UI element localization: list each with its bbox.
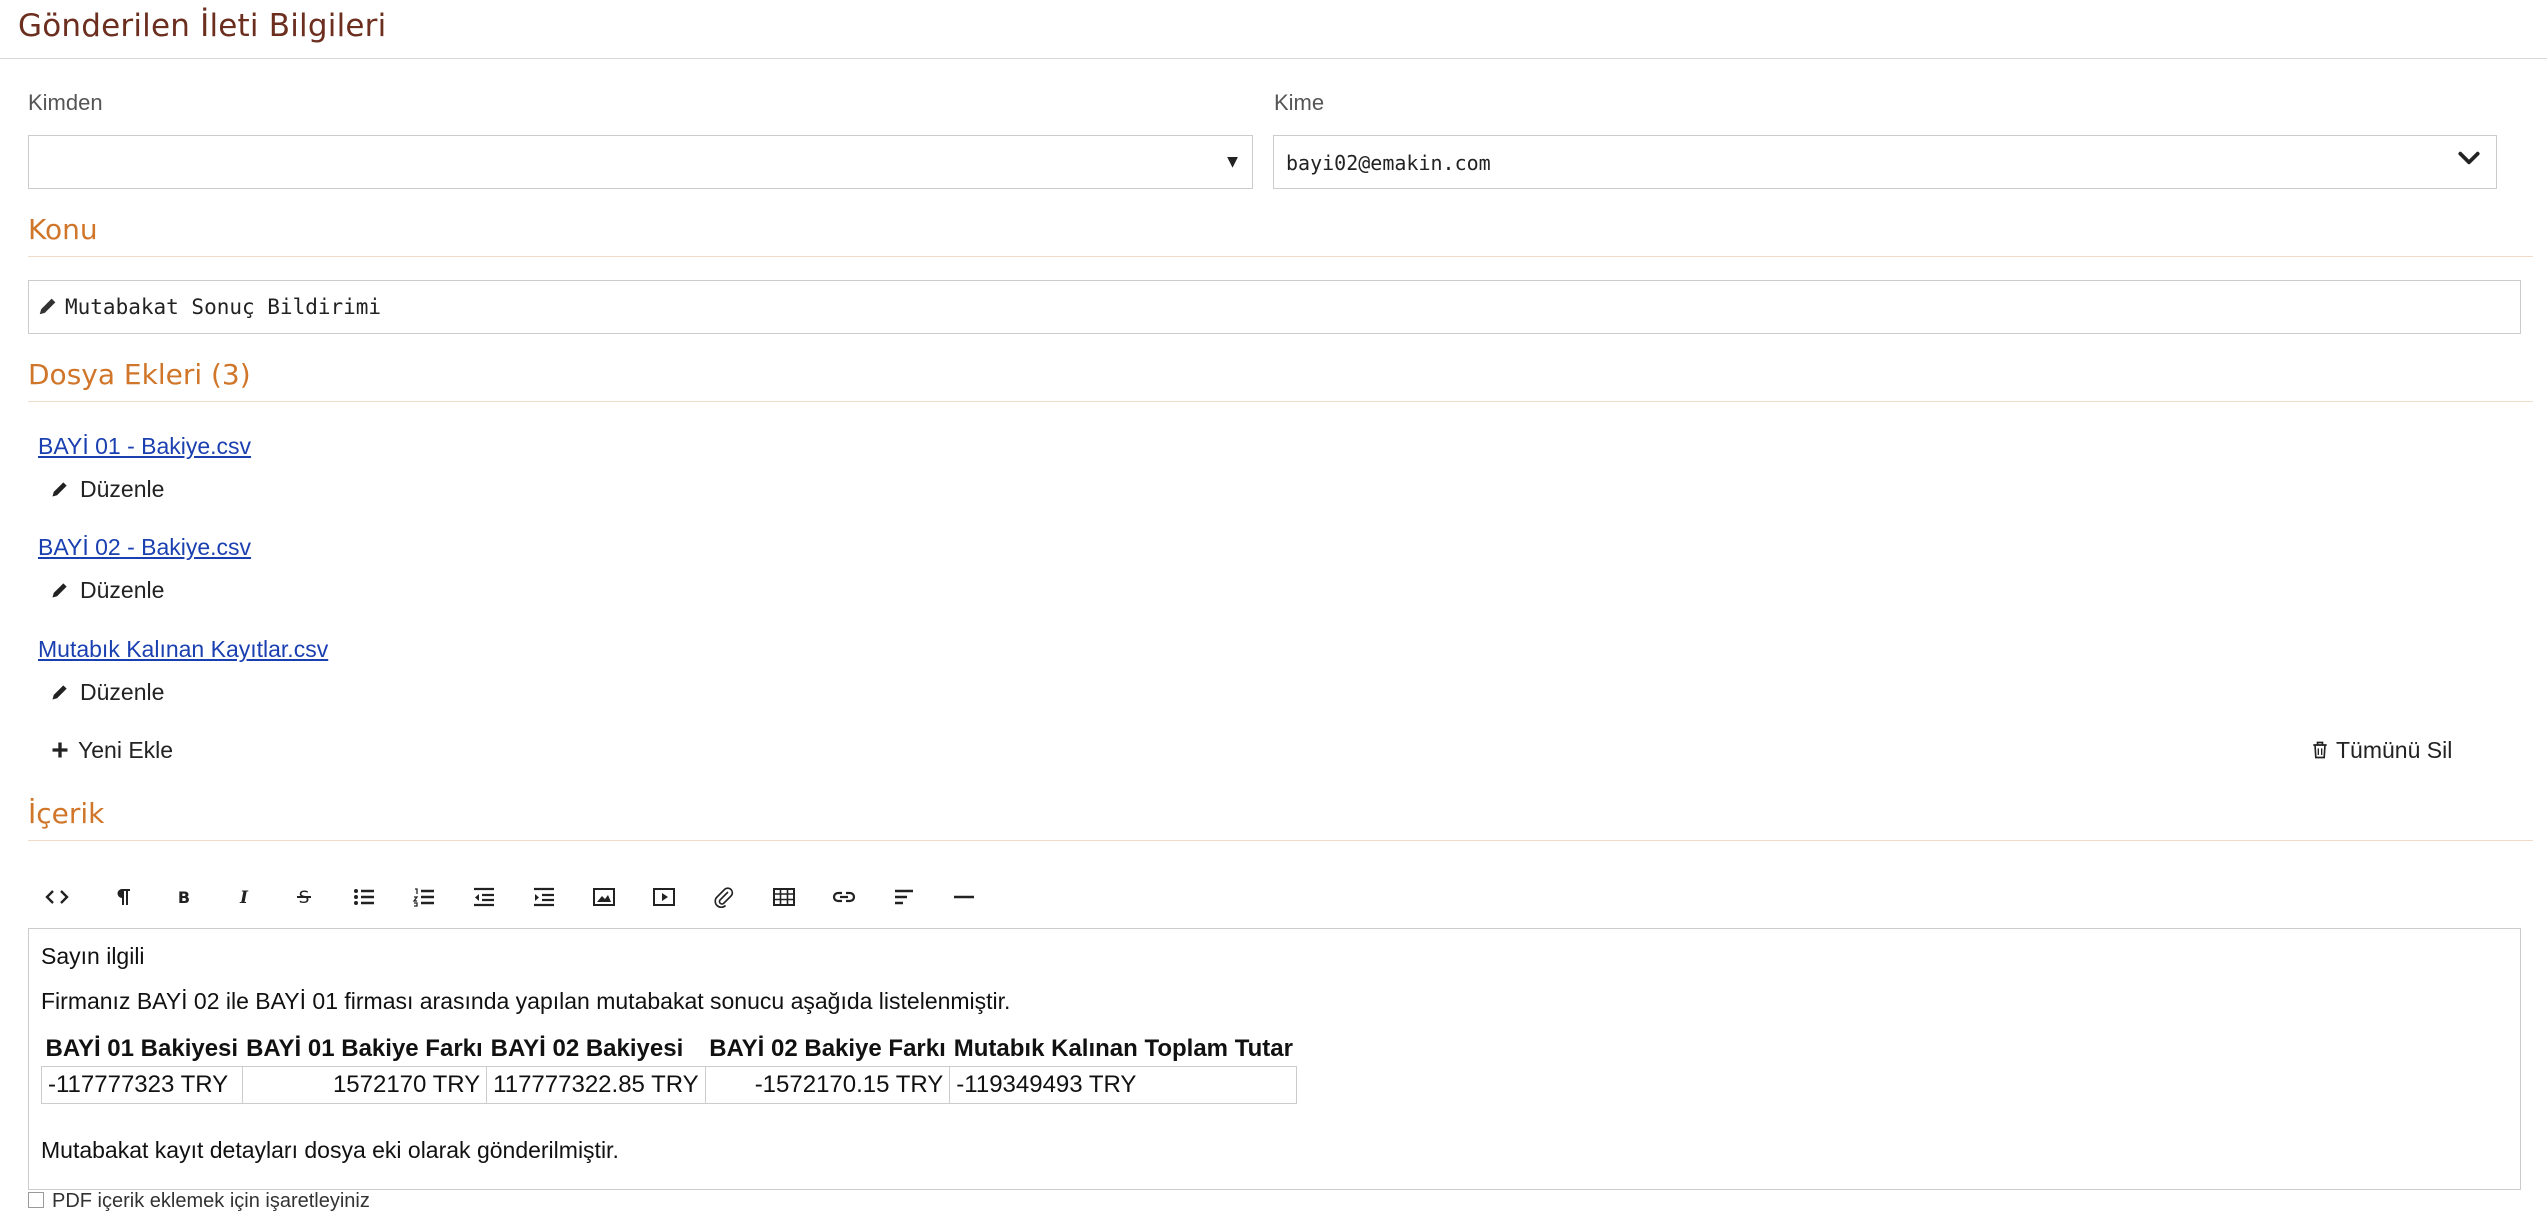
table-header: BAYİ 01 Bakiye Farkı <box>246 1035 483 1062</box>
insert-table-button[interactable] <box>767 880 801 914</box>
table-header: BAYİ 02 Bakiyesi <box>490 1035 684 1062</box>
table-cell: 117777322.85 TRY <box>486 1066 706 1104</box>
ordered-list-icon <box>412 888 434 907</box>
subject-heading: Konu <box>28 213 98 246</box>
align-button[interactable] <box>887 880 921 914</box>
reconciliation-table: BAYİ 01 Bakiyesi BAYİ 01 Bakiye Farkı BA… <box>41 1032 1298 1104</box>
attachment-link[interactable]: Mutabık Kalınan Kayıtlar.csv <box>38 636 328 663</box>
to-value: bayi02@emakin.com <box>1286 151 1491 175</box>
message-form: Gönderilen İleti Bilgileri Kimden ▼ Kime… <box>0 0 2547 1212</box>
pencil-icon <box>52 583 67 598</box>
link-icon <box>714 887 734 908</box>
to-select[interactable]: bayi02@emakin.com <box>1273 135 2497 189</box>
insert-video-button[interactable] <box>647 880 681 914</box>
svg-text:I: I <box>239 888 249 908</box>
trash-icon <box>2313 741 2327 759</box>
triangle-down-icon: ▼ <box>1227 151 1238 172</box>
indent-button[interactable] <box>527 880 561 914</box>
horizontal-rule-icon <box>954 895 974 899</box>
page-title: Gönderilen İleti Bilgileri <box>18 8 387 44</box>
greeting-text: Sayın ilgili <box>41 943 145 969</box>
hyperlink-icon <box>832 891 856 903</box>
table-cell: 1572170 TRY <box>241 1066 488 1104</box>
italic-icon: I <box>239 888 249 908</box>
to-label: Kime <box>1274 90 1325 115</box>
table-cell: -119349493 TRY <box>949 1066 1298 1104</box>
paragraph-button[interactable] <box>107 880 141 914</box>
attachments-divider <box>28 401 2533 402</box>
pencil-icon <box>52 482 67 497</box>
content-heading: İçerik <box>28 797 105 830</box>
ordered-list-button[interactable] <box>407 880 441 914</box>
subject-divider <box>28 256 2533 257</box>
align-icon <box>895 889 913 905</box>
subject-input[interactable]: Mutabakat Sonuç Bildirimi <box>28 280 2521 334</box>
table-header-row: BAYİ 01 Bakiyesi BAYİ 01 Bakiye Farkı BA… <box>42 1032 1297 1067</box>
italic-button[interactable]: I <box>227 880 261 914</box>
plus-icon <box>52 742 68 758</box>
code-view-icon <box>45 890 69 904</box>
horizontal-rule-button[interactable] <box>947 880 981 914</box>
unordered-list-icon <box>354 889 374 905</box>
outdent-button[interactable] <box>467 880 501 914</box>
table-cell: -1572170.15 TRY <box>704 1066 951 1104</box>
indent-icon <box>534 887 554 907</box>
insert-link-button[interactable] <box>827 880 861 914</box>
table-row: -117777323 TRY 1572170 TRY 117777322.85 … <box>41 1066 1298 1104</box>
table-header: BAYİ 01 Bakiyesi <box>45 1035 239 1062</box>
pencil-icon <box>39 298 56 315</box>
attachment-link[interactable]: BAYİ 01 - Bakiye.csv <box>38 433 251 460</box>
code-view-button[interactable] <box>40 880 74 914</box>
strikethrough-icon: S <box>297 888 311 908</box>
title-divider <box>0 58 2547 59</box>
insert-image-button[interactable] <box>587 880 621 914</box>
edit-label: Düzenle <box>80 476 165 502</box>
intro-text: Firmanız BAYİ 02 ile BAYİ 01 firması ara… <box>41 988 1011 1014</box>
edit-label: Düzenle <box>80 679 165 705</box>
image-icon <box>593 888 615 906</box>
table-header: Mutabık Kalınan Toplam Tutar <box>953 1035 1293 1062</box>
table-cell: -117777323 TRY <box>41 1066 243 1104</box>
from-label: Kimden <box>28 90 103 115</box>
chevron-down-icon <box>2458 151 2480 165</box>
pdf-checkbox[interactable] <box>28 1192 44 1208</box>
unordered-list-button[interactable] <box>347 880 381 914</box>
video-icon <box>653 888 675 906</box>
footer-text: Mutabakat kayıt detayları dosya eki olar… <box>41 1137 619 1163</box>
svg-text:B: B <box>178 888 190 907</box>
subject-value: Mutabakat Sonuç Bildirimi <box>65 295 382 319</box>
attach-file-button[interactable] <box>707 880 741 914</box>
strikethrough-button[interactable]: S <box>287 880 321 914</box>
paragraph-icon <box>117 889 130 905</box>
bold-button[interactable]: B <box>167 880 201 914</box>
pdf-option-label: PDF içerik eklemek için işaretleyiniz <box>52 1190 370 1212</box>
delete-all-label: Tümünü Sil <box>2336 737 2453 763</box>
add-label: Yeni Ekle <box>78 737 174 763</box>
content-editor[interactable]: Sayın ilgili Firmanız BAYİ 02 ile BAYİ 0… <box>28 928 2521 1190</box>
bold-icon: B <box>178 888 190 907</box>
outdent-icon <box>474 887 494 907</box>
from-select[interactable]: ▼ <box>28 135 1253 189</box>
table-icon <box>773 888 795 906</box>
edit-label: Düzenle <box>80 577 165 603</box>
table-header: BAYİ 02 Bakiye Farkı <box>709 1035 946 1062</box>
pencil-icon <box>52 685 67 700</box>
attachment-link[interactable]: BAYİ 02 - Bakiye.csv <box>38 534 251 561</box>
content-divider <box>28 840 2533 841</box>
attachments-heading: Dosya Ekleri (3) <box>28 358 251 391</box>
